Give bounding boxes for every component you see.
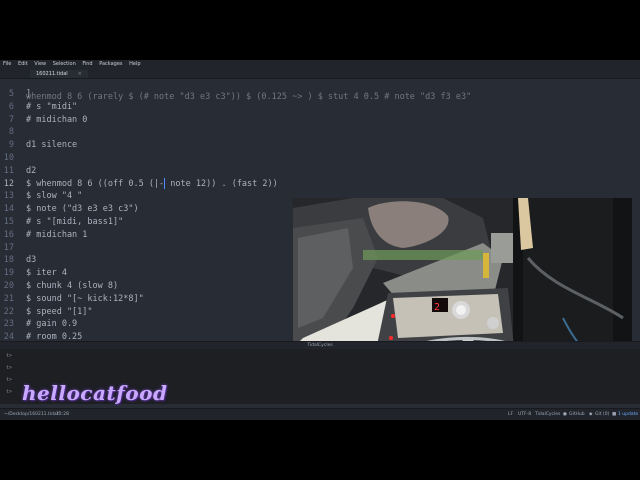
code-text: d3 <box>26 254 36 267</box>
code-segment: # gain 0.9 <box>26 319 78 330</box>
code-segment: $ whenmod 8 6 ((off 0.5 (|- <box>26 178 165 189</box>
line-number: 11 <box>3 165 14 176</box>
menu-edit[interactable]: Edit <box>16 61 30 67</box>
menu-selection[interactable]: Selection <box>51 61 78 67</box>
menu-help[interactable]: Help <box>127 61 142 67</box>
status-git[interactable]: Git (0) <box>595 409 609 420</box>
code-text: # s "[midi, bass1]" <box>26 216 123 229</box>
code-line[interactable]: 12 $ whenmod 8 6 ((off 0.5 (|- note 12)) … <box>0 177 640 191</box>
git-icon[interactable]: ◆ <box>589 409 592 420</box>
code-text: ] <box>26 88 31 101</box>
line-number: 6 <box>8 101 14 112</box>
line-number: 22 <box>3 306 14 317</box>
menu-find[interactable]: Find <box>80 61 94 67</box>
code-segment: $ chunk 4 (slow 8) <box>26 281 119 291</box>
line-number: 17 <box>3 242 14 253</box>
line-number: 10 <box>3 153 14 163</box>
code-segment: $ slow "4 " <box>26 191 83 202</box>
status-bar: ~/Desktop/160211.tidal* 12:28 LF UTF-8 T… <box>0 408 640 420</box>
code-segment: $ sound "[~ kick:12*8]" <box>26 293 144 304</box>
code-segment: ] <box>26 89 32 99</box>
code-line[interactable]: 6 # s "midi" <box>0 101 640 114</box>
code-segment: # s "[midi, bass1]" <box>26 217 124 227</box>
code-segment: d2 <box>26 165 37 176</box>
menu-bar: File Edit View Selection Find Packages H… <box>0 60 640 69</box>
status-grammar[interactable]: TidalCycles <box>535 409 560 420</box>
line-number: 16 <box>3 229 14 240</box>
status-updates[interactable]: 1 update <box>618 409 638 420</box>
line-number: 8 <box>8 127 14 138</box>
code-text: $ iter 4 <box>26 267 67 280</box>
github-icon[interactable]: ● <box>563 409 567 420</box>
repl-prompt: t> <box>6 365 13 371</box>
line-number: 20 <box>3 281 14 291</box>
line-number: 9 <box>8 140 14 151</box>
code-segment: $ iter 4 <box>26 268 67 279</box>
watermark: hellocatfood <box>22 381 168 405</box>
svg-text:2: 2 <box>434 302 440 313</box>
code-segment: d3 <box>26 255 37 266</box>
menu-file[interactable]: File <box>1 61 13 67</box>
code-text: $ whenmod 8 6 ((off 0.5 (|- note 12)) . … <box>26 177 278 191</box>
menu-view[interactable]: View <box>32 61 48 67</box>
code-text: $ slow "4 " <box>26 190 82 203</box>
code-segment: # s "midi" <box>26 101 78 112</box>
code-line[interactable]: 7 # midichan 0 <box>0 114 640 127</box>
code-segment: $ speed "[1]" <box>26 306 93 317</box>
code-line[interactable]: 5] <box>0 88 640 101</box>
code-text: # s "midi" <box>26 101 77 114</box>
code-line[interactable]: 8 <box>0 126 640 139</box>
code-segment: # midichan 1 <box>26 229 88 240</box>
menu-packages[interactable]: Packages <box>97 61 124 67</box>
code-text: $ chunk 4 (slow 8) <box>26 280 118 293</box>
panel-title: TidalCycles <box>307 343 333 348</box>
repl-prompt: t> <box>6 353 13 359</box>
code-segment: note 12)) . (fast 2)) <box>165 178 278 189</box>
status-encoding[interactable]: UTF-8 <box>518 409 531 420</box>
code-line[interactable]: 9 d1 silence <box>0 139 640 152</box>
status-line-ending[interactable]: LF <box>508 409 513 420</box>
code-text: $ speed "[1]" <box>26 306 93 319</box>
code-text: # midichan 1 <box>26 229 87 242</box>
status-file-path[interactable]: ~/Desktop/160211.tidal* <box>4 409 60 420</box>
status-cursor-position[interactable]: 12:28 <box>56 409 69 420</box>
code-text: # gain 0.9 <box>26 318 77 331</box>
line-number: 5 <box>8 89 14 99</box>
line-number: 23 <box>3 319 14 330</box>
line-number: 7 <box>8 114 14 125</box>
line-number: 21 <box>3 293 14 304</box>
repl-prompt: t> <box>6 389 13 395</box>
repl-prompt: t> <box>6 377 13 383</box>
code-text: $ note ("d3 e3 e3 c3") <box>26 203 139 216</box>
line-number: 19 <box>3 268 14 279</box>
code-text: d1 silence <box>26 139 77 152</box>
line-number: 13 <box>3 191 14 202</box>
editor-window: File Edit View Selection Find Packages H… <box>0 60 640 420</box>
line-number: 14 <box>3 204 14 215</box>
gift-icon[interactable]: ■ <box>612 409 616 420</box>
line-number: 12 <box>3 178 14 189</box>
status-github[interactable]: GitHub <box>569 409 585 420</box>
code-segment: # midichan 0 <box>26 114 88 125</box>
code-line[interactable]: 11 d2 <box>0 165 640 178</box>
line-number: 15 <box>3 217 14 227</box>
code-line[interactable]: 10 <box>0 152 640 165</box>
code-text: # midichan 0 <box>26 114 87 127</box>
code-segment: d1 silence <box>26 140 78 151</box>
code-segment: $ note ("d3 e3 e3 c3") <box>26 204 139 215</box>
line-number: 18 <box>3 255 14 266</box>
code-text: $ sound "[~ kick:12*8]" <box>26 293 144 306</box>
code-text: d2 <box>26 165 36 178</box>
